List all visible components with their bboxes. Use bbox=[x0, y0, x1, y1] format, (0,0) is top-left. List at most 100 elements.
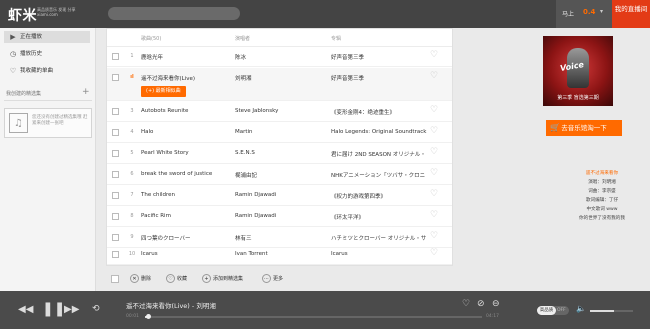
row-checkbox[interactable] bbox=[112, 251, 119, 258]
empty-collection-text: 您还没有创建过精选集哦 赶紧来创建一张吧 bbox=[32, 115, 88, 126]
row-checkbox[interactable] bbox=[112, 234, 119, 241]
more-icon: ⋯ bbox=[262, 274, 271, 283]
table-row[interactable]: 4 Halo Martin Halo Legends: Original Sou… bbox=[107, 123, 452, 143]
ticket-area[interactable]: 马上 0.4 ▾ bbox=[556, 0, 612, 28]
table-row[interactable]: 6 break the sword of justice 梶浦由記 NHKアニメ… bbox=[107, 165, 452, 185]
table-row-playing[interactable]: ıl 遥不过海来看你(Live) 刘明湘 好声音第三季 ♡ (+) 最新相似曲 bbox=[107, 68, 452, 101]
progress-bar[interactable] bbox=[145, 314, 482, 319]
select-all-checkbox[interactable] bbox=[111, 275, 119, 283]
song-artist[interactable]: 刘明湘 bbox=[235, 74, 315, 82]
sidebar-item-history[interactable]: ◷ 播放历史 bbox=[4, 48, 90, 60]
heart-icon[interactable]: ♡ bbox=[430, 71, 438, 81]
search-input[interactable] bbox=[108, 7, 240, 20]
volume-icon[interactable]: 🔈 bbox=[576, 304, 586, 313]
trash-icon: ✕ bbox=[130, 274, 139, 283]
main-panel: 歌曲(50) 演唱者 专辑 1 鹿晗光年 陈冰 好声音第三季 ♡ ıl 遥不过海… bbox=[96, 28, 454, 291]
music-store-button[interactable]: 🛒 去音乐馆淘一下 bbox=[546, 120, 622, 136]
player-bar: ◀◀ ❚❚ ▶▶ ⟲ 遥不过海来看你(Live) - 刘明湘 00:01 04:… bbox=[0, 291, 650, 329]
row-checkbox[interactable] bbox=[112, 192, 119, 199]
divider bbox=[4, 100, 92, 101]
song-album[interactable]: ハチミツとクローバー オリジナル・サ bbox=[331, 234, 431, 242]
total-time: 04:17 bbox=[486, 314, 499, 319]
song-album[interactable]: 好声音第三季 bbox=[331, 74, 431, 82]
table-row[interactable]: 10 Icarus Ivan Torrent Icarus ♡ bbox=[107, 245, 452, 265]
row-checkbox[interactable] bbox=[112, 129, 119, 136]
heart-icon[interactable]: ♡ bbox=[430, 126, 438, 136]
heart-icon: ♡ bbox=[9, 67, 17, 75]
delete-button[interactable]: ✕ 删除 bbox=[130, 274, 151, 284]
similar-songs-button[interactable]: (+) 最新相似曲 bbox=[141, 86, 186, 97]
table-row[interactable]: 3 Autobots Reunite Steve Jablonsky 《变形金刚… bbox=[107, 102, 452, 122]
row-number: 7 bbox=[130, 192, 134, 198]
heart-icon[interactable]: ♡ bbox=[430, 189, 438, 199]
delete-label: 删除 bbox=[141, 276, 152, 282]
heart-icon[interactable]: ♡ bbox=[430, 231, 438, 241]
song-album[interactable]: 好声音第三季 bbox=[331, 53, 431, 61]
heart-icon[interactable]: ♡ bbox=[462, 299, 470, 309]
song-album[interactable]: 《变形金刚4：绝迹重生》 bbox=[331, 108, 431, 116]
my-radio-button[interactable]: 我的直播间 bbox=[612, 0, 650, 28]
song-album[interactable]: Icarus bbox=[331, 251, 431, 257]
now-playing-title: 遥不过海来看你(Live) - 刘明湘 bbox=[126, 302, 216, 310]
logo-domain: xiami.com bbox=[37, 12, 58, 17]
song-artist[interactable]: Ramin Djawadi bbox=[235, 192, 315, 198]
xiami-logo[interactable]: 虾米 bbox=[8, 5, 37, 25]
heart-icon[interactable]: ♡ bbox=[430, 50, 438, 60]
song-artist[interactable]: Steve Jablonsky bbox=[235, 108, 315, 114]
table-row[interactable]: 1 鹿晗光年 陈冰 好声音第三季 ♡ bbox=[107, 47, 452, 67]
column-header-artist: 演唱者 bbox=[235, 36, 251, 42]
album-cover[interactable]: Voice 第三季 盲选第三期 bbox=[543, 36, 613, 106]
row-checkbox[interactable] bbox=[112, 108, 119, 115]
song-album[interactable]: Halo Legends: Original Soundtrack bbox=[331, 129, 431, 135]
row-checkbox[interactable] bbox=[112, 213, 119, 220]
pause-icon[interactable]: ❚❚ bbox=[42, 301, 65, 317]
table-row[interactable]: 8 Pacific Rim Ramin Djawadi 《环太平洋》 ♡ bbox=[107, 207, 452, 227]
table-row[interactable]: 5 Pearl White Story S.E.N.S 君に届け 2ND SEA… bbox=[107, 144, 452, 164]
heart-icon[interactable]: ♡ bbox=[430, 210, 438, 220]
sidebar-item-now-playing[interactable]: ▶ 正在播放 bbox=[4, 31, 90, 43]
lyrics-line: 你的世界了没有我的我 bbox=[579, 216, 625, 221]
clock-icon: ◷ bbox=[9, 50, 17, 58]
heart-icon[interactable]: ♡ bbox=[430, 147, 438, 157]
more-button[interactable]: ⋯ 更多 bbox=[262, 274, 283, 284]
column-header-song[interactable]: 歌曲(50) bbox=[141, 35, 161, 42]
loop-icon[interactable]: ⟲ bbox=[92, 304, 100, 314]
row-checkbox[interactable] bbox=[112, 150, 119, 157]
lyrics-line: 歌词编辑：丁仔 bbox=[585, 198, 619, 203]
share-icon[interactable]: ⊘ bbox=[477, 299, 485, 309]
song-artist[interactable]: 林有三 bbox=[235, 234, 315, 242]
song-album[interactable]: 君に届け 2ND SEASON オリジナル・ bbox=[331, 150, 431, 158]
add-to-collection-button[interactable]: + 添加到精选集 bbox=[202, 274, 243, 284]
heart-icon[interactable]: ♡ bbox=[430, 248, 438, 258]
song-artist[interactable]: S.E.N.S bbox=[235, 150, 315, 156]
row-checkbox[interactable] bbox=[112, 74, 119, 81]
next-icon[interactable]: ▶▶ bbox=[64, 304, 79, 315]
row-number: 1 bbox=[130, 53, 134, 59]
heart-icon[interactable]: ♡ bbox=[430, 105, 438, 115]
music-store-label: 去音乐馆淘一下 bbox=[561, 124, 607, 132]
song-artist[interactable]: Ramin Djawadi bbox=[235, 213, 315, 219]
previous-icon[interactable]: ◀◀ bbox=[18, 304, 33, 315]
heart-icon[interactable]: ♡ bbox=[430, 168, 438, 178]
song-artist[interactable]: Ivan Torrent bbox=[235, 251, 315, 257]
sidebar-item-favorites[interactable]: ♡ 我收藏的单曲 bbox=[4, 65, 90, 77]
song-artist[interactable]: 陈冰 bbox=[235, 53, 315, 61]
song-artist[interactable]: Martin bbox=[235, 129, 315, 135]
progress-knob[interactable] bbox=[146, 314, 152, 319]
table-row[interactable]: 7 The children Ramin Djawadi 《权力的游戏第四季》 … bbox=[107, 186, 452, 206]
favorite-button[interactable]: ♡ 收藏 bbox=[166, 274, 187, 284]
song-album[interactable]: 《环太平洋》 bbox=[331, 213, 431, 221]
my-collections-heading: 我创建的精选集 bbox=[6, 91, 42, 97]
row-checkbox[interactable] bbox=[112, 53, 119, 60]
song-artist[interactable]: 梶浦由記 bbox=[235, 171, 315, 179]
row-number: 8 bbox=[130, 213, 134, 219]
more-icon[interactable]: ⊖ bbox=[492, 299, 500, 309]
song-album[interactable]: 《权力的游戏第四季》 bbox=[331, 192, 431, 200]
add-collection-icon[interactable]: + bbox=[82, 87, 90, 97]
chevron-down-icon[interactable]: ▾ bbox=[600, 8, 603, 15]
volume-slider[interactable] bbox=[590, 310, 633, 312]
quality-toggle[interactable]: 高品质 OFF bbox=[537, 306, 569, 315]
ticket-count: 0.4 bbox=[583, 8, 596, 16]
row-checkbox[interactable] bbox=[112, 171, 119, 178]
song-album[interactable]: NHKアニメーション「ツバサ・クロニ bbox=[331, 171, 431, 179]
